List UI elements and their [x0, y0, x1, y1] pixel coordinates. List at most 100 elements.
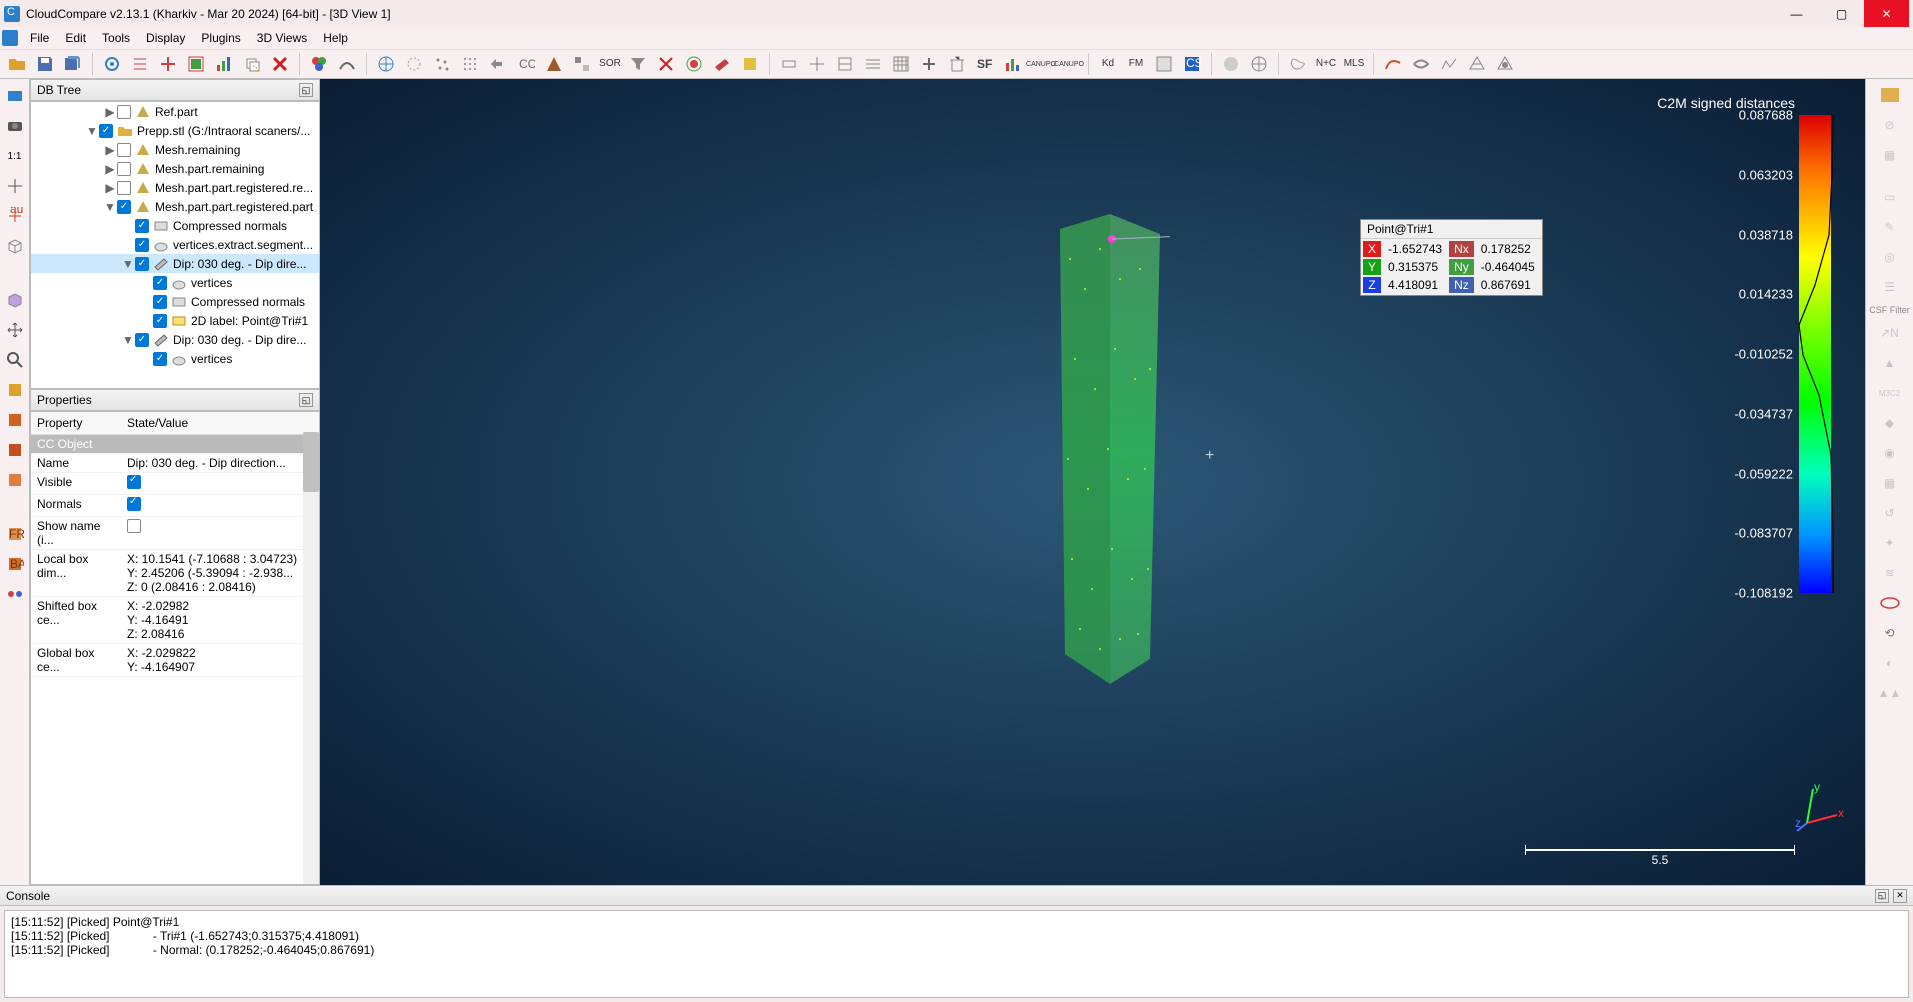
menu-file[interactable]: File [22, 29, 57, 47]
menu-display[interactable]: Display [138, 29, 193, 47]
rt-14-button[interactable]: ↺ [1876, 501, 1904, 525]
properties-panel[interactable]: PropertyState/Value CC Object NameDip: 0… [30, 411, 320, 885]
menu-edit[interactable]: Edit [57, 29, 94, 47]
curve1-button[interactable] [1380, 51, 1406, 77]
filter-points-button[interactable] [625, 51, 651, 77]
compute-cloud-mesh-dist-button[interactable] [541, 51, 567, 77]
tree-row[interactable]: ▼Mesh.part.part.registered.part [31, 197, 319, 216]
point-label-popup[interactable]: Point@Tri#1 X-1.652743Nx0.178252Y0.31537… [1360, 219, 1543, 296]
curve3-button[interactable] [1436, 51, 1462, 77]
view-top-button[interactable] [2, 377, 28, 403]
normals-compute-button[interactable]: N+C [1313, 51, 1339, 77]
rt-9-button[interactable]: ▲ [1876, 351, 1904, 375]
view-back-button[interactable]: FRONT [2, 521, 28, 547]
console-dock-button[interactable]: ◱ [1875, 889, 1889, 903]
rt-16-button[interactable]: ≋ [1876, 561, 1904, 585]
kd-button[interactable]: Kd [1095, 51, 1121, 77]
mesh1-button[interactable] [1464, 51, 1490, 77]
delete-button[interactable] [267, 51, 293, 77]
tree-row[interactable]: ▼Prepp.stl (G:/Intraoral scaners/... [31, 121, 319, 140]
tree-checkbox[interactable] [135, 219, 149, 233]
compute-cloud-cloud-dist-button[interactable] [569, 51, 595, 77]
move-button[interactable] [2, 317, 28, 343]
convert-sf-button[interactable] [1000, 51, 1026, 77]
tree-checkbox[interactable] [135, 257, 149, 271]
label-connected-button[interactable] [653, 51, 679, 77]
sf-arithmetic-button[interactable]: SF [972, 51, 998, 77]
console-close-button[interactable]: ✕ [1893, 889, 1907, 903]
canupo-train-button[interactable]: CANUPO [1028, 51, 1054, 77]
tree-checkbox[interactable] [117, 162, 131, 176]
rasterize-button[interactable] [888, 51, 914, 77]
minimize-button[interactable]: — [1774, 0, 1819, 27]
tree-row[interactable]: ▶Mesh.part.remaining [31, 159, 319, 178]
pcv-button[interactable] [1285, 51, 1311, 77]
view-bottom-button[interactable]: BACK [2, 551, 28, 577]
tree-row[interactable]: vertices.extract.segment... [31, 235, 319, 254]
view-default-button[interactable] [2, 83, 28, 109]
colors-button[interactable] [306, 51, 332, 77]
tree-checkbox[interactable] [153, 276, 167, 290]
tree-checkbox[interactable] [117, 143, 131, 157]
tree-row[interactable]: ▼Dip: 030 deg. - Dip dire... [31, 254, 319, 273]
cross-section-button[interactable] [776, 51, 802, 77]
align-button[interactable]: CC [513, 51, 539, 77]
curve2-button[interactable] [1408, 51, 1434, 77]
tree-row[interactable]: ▶Ref.part [31, 102, 319, 121]
rt-5-button[interactable]: ✎ [1876, 215, 1904, 239]
rt-2-button[interactable]: ⊘ [1876, 113, 1904, 137]
mls-button[interactable]: MLS [1341, 51, 1367, 77]
rt-7-button[interactable]: ☰ [1876, 275, 1904, 299]
canupo-classify-button[interactable]: CANUPO [1056, 51, 1082, 77]
segment-tool-button[interactable] [832, 51, 858, 77]
clone-button[interactable] [239, 51, 265, 77]
maximize-button[interactable]: ▢ [1819, 0, 1864, 27]
rt-11-button[interactable]: ◆ [1876, 411, 1904, 435]
g2-button[interactable] [1246, 51, 1272, 77]
tree-checkbox[interactable] [117, 181, 131, 195]
view-front-button[interactable] [2, 407, 28, 433]
pick-rotation-center-button[interactable] [99, 51, 125, 77]
unknown-tool-button[interactable] [737, 51, 763, 77]
register-button[interactable] [485, 51, 511, 77]
extract-sections-button[interactable] [860, 51, 886, 77]
toggle-list-button[interactable] [127, 51, 153, 77]
tree-row[interactable]: Compressed normals [31, 216, 319, 235]
prop-checkbox[interactable] [127, 519, 141, 533]
prop-checkbox[interactable] [127, 497, 141, 511]
rt-20-button[interactable]: ▲▲ [1876, 681, 1904, 705]
iso-view-2-button[interactable] [2, 287, 28, 313]
segment-button[interactable] [681, 51, 707, 77]
save-button[interactable] [32, 51, 58, 77]
close-button[interactable]: ✕ [1864, 0, 1909, 27]
rt-10-button[interactable]: M3C2 [1876, 381, 1904, 405]
rt-17-button[interactable] [1876, 591, 1904, 615]
dbtree-dock-button[interactable]: ◱ [299, 83, 313, 97]
menu-help[interactable]: Help [315, 29, 356, 47]
csv-matrix-button[interactable]: CSV [1179, 51, 1205, 77]
properties-dock-button[interactable]: ◱ [299, 393, 313, 407]
open-button[interactable] [4, 51, 30, 77]
tree-checkbox[interactable] [117, 200, 131, 214]
global-shift-button[interactable] [401, 51, 427, 77]
rt-15-button[interactable]: ✦ [1876, 531, 1904, 555]
fm-button[interactable]: FM [1123, 51, 1149, 77]
rt-12-button[interactable]: ◉ [1876, 441, 1904, 465]
camera-button[interactable] [2, 113, 28, 139]
menu-3dviews[interactable]: 3D Views [249, 29, 315, 47]
tree-row[interactable]: 2D label: Point@Tri#1 [31, 311, 319, 330]
rt-4-button[interactable]: ▭ [1876, 185, 1904, 209]
fit-plane-button[interactable] [709, 51, 735, 77]
tree-checkbox[interactable] [153, 352, 167, 366]
tree-row[interactable]: Compressed normals [31, 292, 319, 311]
menu-tools[interactable]: Tools [94, 29, 138, 47]
rt-3-button[interactable]: ▦ [1876, 143, 1904, 167]
zoom-button[interactable] [2, 347, 28, 373]
app-menu-icon[interactable] [2, 30, 18, 46]
zoom-1-1-button[interactable]: 1:1 [2, 143, 28, 169]
resample-button[interactable] [457, 51, 483, 77]
tree-checkbox[interactable] [153, 314, 167, 328]
iso-view-1-button[interactable] [2, 233, 28, 259]
rt-18-button[interactable]: ⟲ [1876, 621, 1904, 645]
tree-row[interactable]: ▼Dip: 030 deg. - Dip dire... [31, 330, 319, 349]
